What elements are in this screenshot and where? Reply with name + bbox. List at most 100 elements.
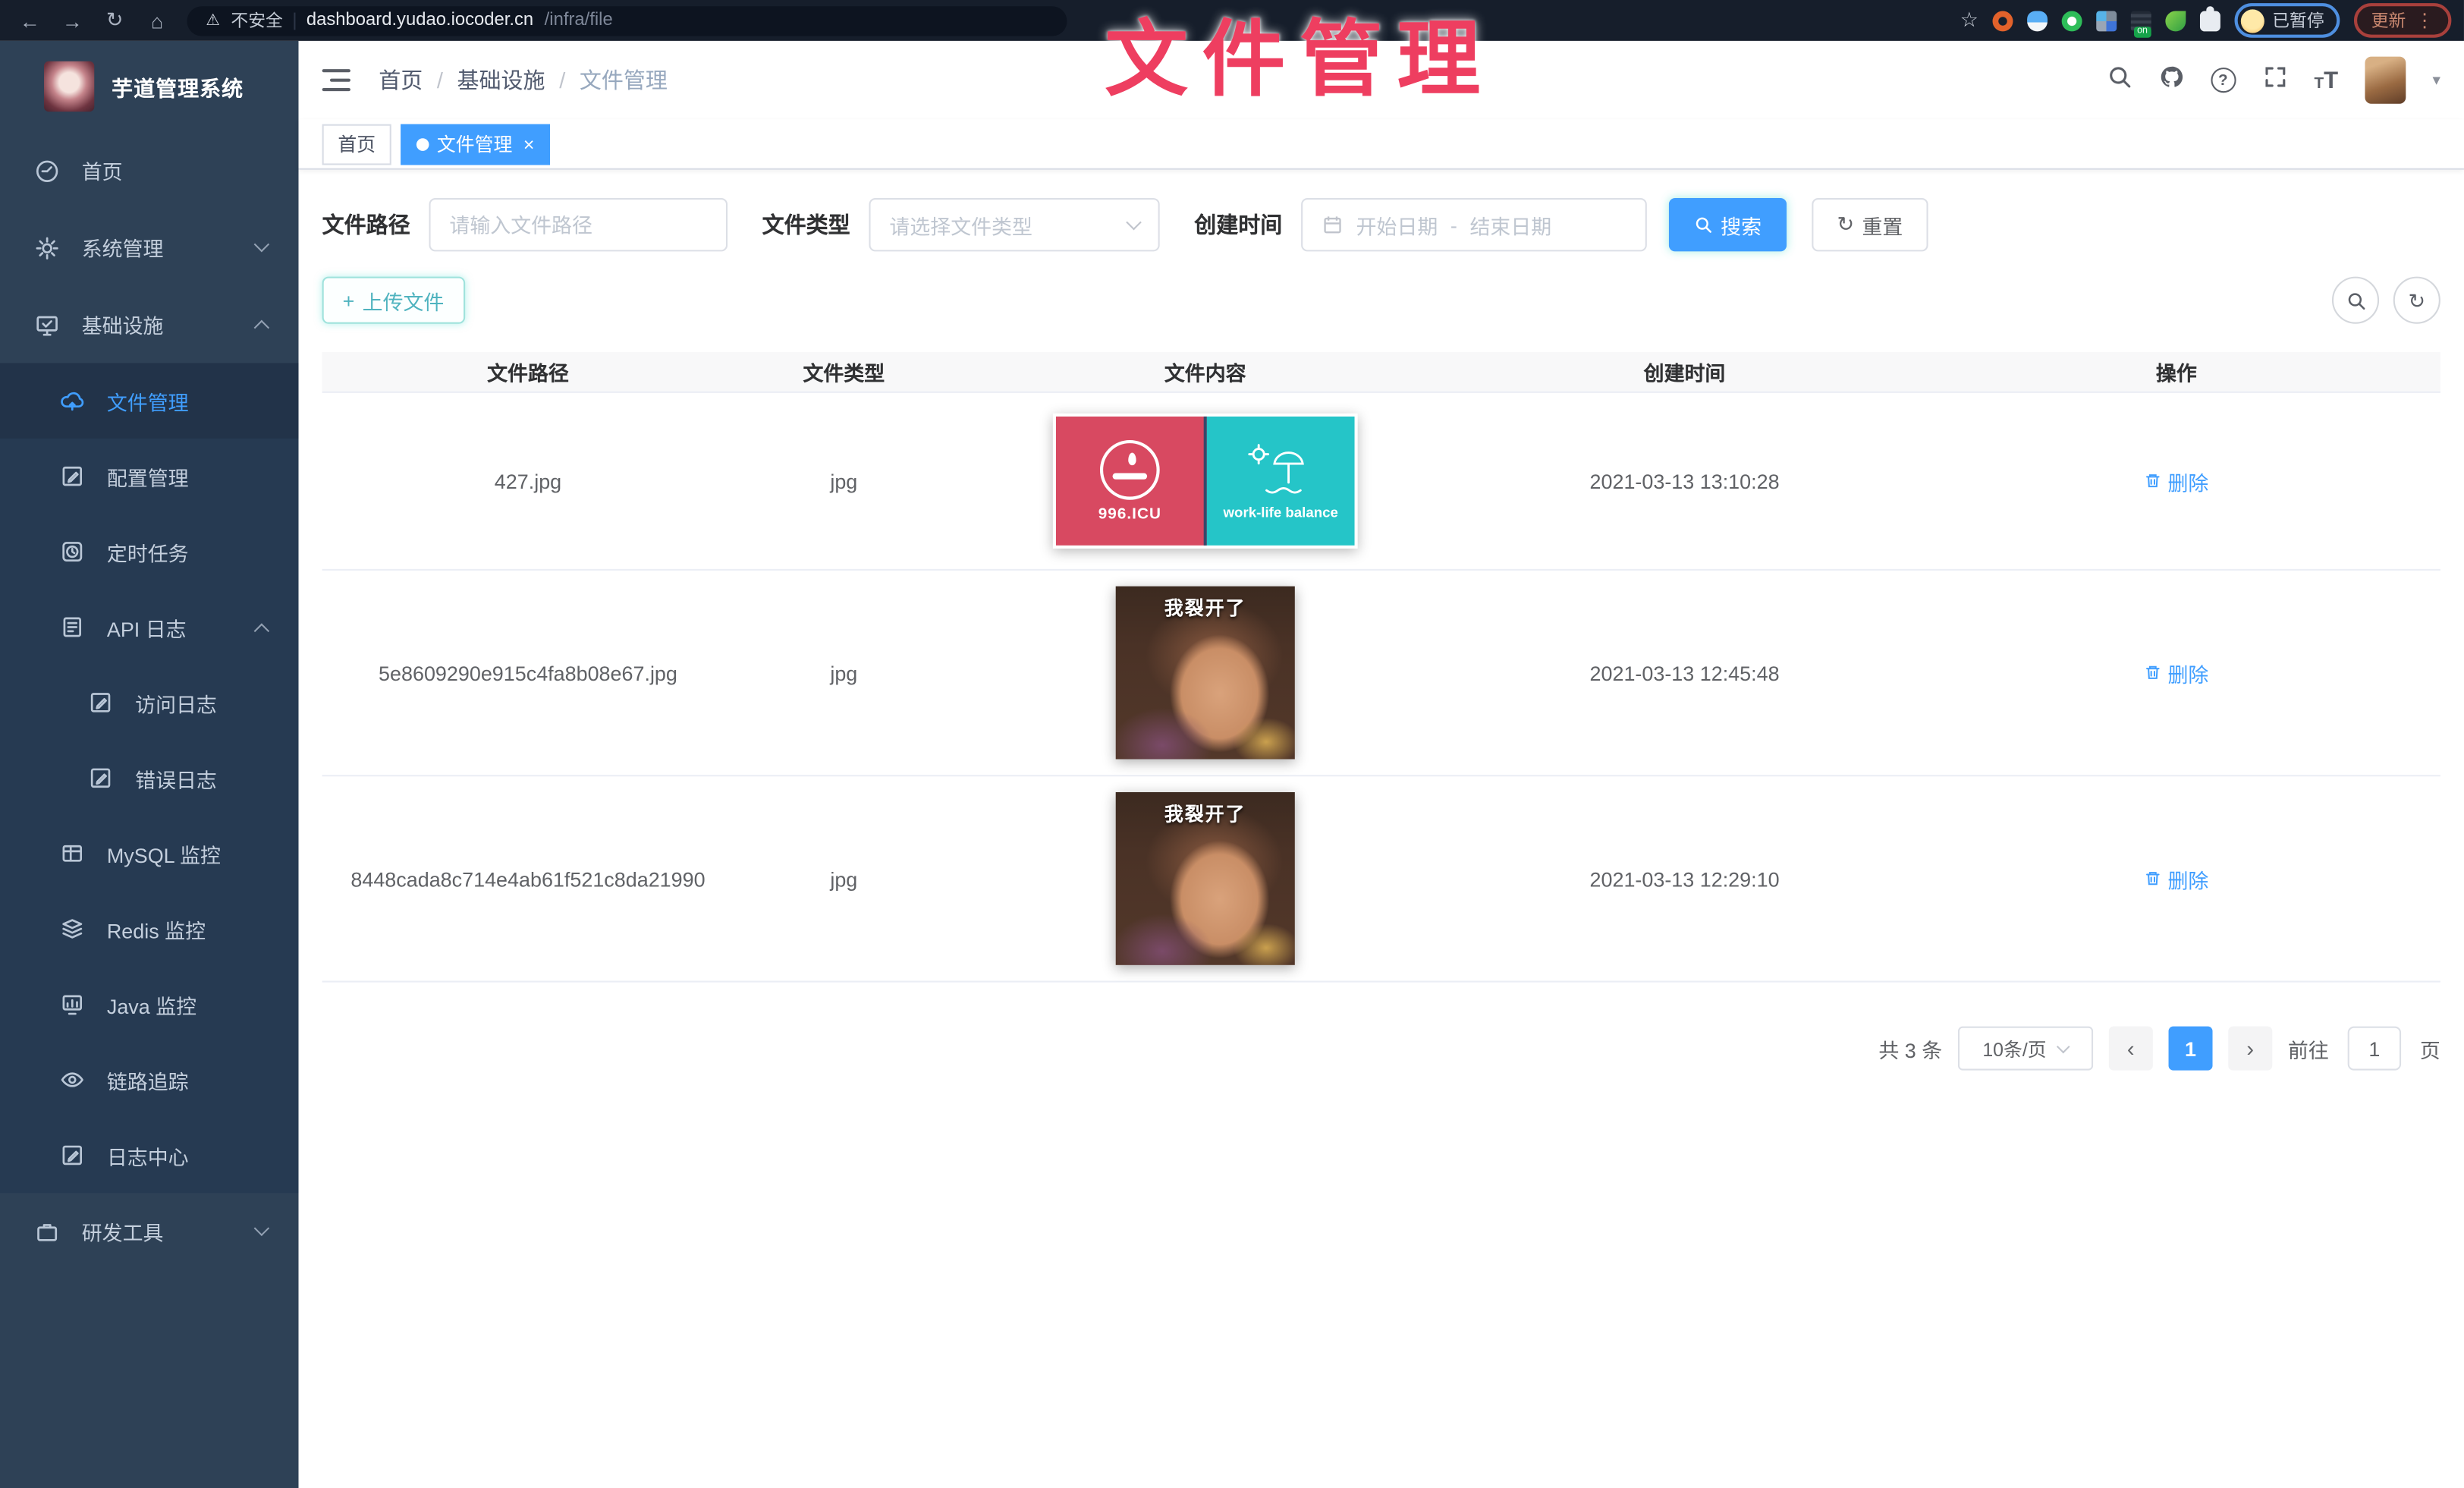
sidebar-item-label: Java 监控	[107, 989, 196, 1019]
browser-home-button[interactable]: ⌂	[143, 8, 171, 32]
user-avatar[interactable]	[2365, 57, 2406, 104]
browser-toolbar-right: ☆ 已暂停 更新 ⋮	[1960, 3, 2464, 38]
sidebar-item-label: Redis 监控	[107, 914, 206, 944]
tag-file-management[interactable]: 文件管理 ×	[401, 124, 550, 165]
plus-icon: +	[343, 288, 355, 312]
font-size-icon[interactable]: TT	[2315, 67, 2339, 93]
banner-right-caption: work-life balance	[1224, 504, 1338, 520]
cell-file-path: 8448cada8c714e4ab61f521c8da21990	[322, 867, 734, 890]
column-header-time: 创建时间	[1457, 357, 1912, 386]
browser-forward-button[interactable]: →	[58, 8, 86, 32]
prev-page-button[interactable]: ‹	[2109, 1027, 2153, 1071]
chevron-down-icon	[254, 1221, 270, 1237]
column-header-content: 文件内容	[954, 357, 1457, 386]
sidebar-item-config-management[interactable]: 配置管理	[0, 439, 299, 514]
sidebar-item-log-center[interactable]: 日志中心	[0, 1118, 299, 1193]
beach-umbrella-icon	[1245, 442, 1317, 499]
extensions-puzzle-icon[interactable]	[2200, 10, 2220, 30]
sidebar-item-infrastructure[interactable]: 基础设施	[0, 286, 299, 363]
tag-close-icon[interactable]: ×	[523, 133, 535, 155]
file-path-input[interactable]	[429, 198, 728, 251]
tag-home[interactable]: 首页	[322, 124, 391, 165]
sidebar-item-java-monitor[interactable]: Java 监控	[0, 967, 299, 1042]
cell-action: 删除	[1912, 466, 2440, 495]
tags-view-bar: 首页 文件管理 ×	[299, 119, 2464, 169]
trash-icon	[2144, 663, 2163, 682]
fullscreen-icon[interactable]	[2262, 64, 2287, 96]
delete-button[interactable]: 删除	[2144, 658, 2208, 687]
search-button-label: 搜索	[1721, 210, 1762, 240]
file-table: 文件路径 文件类型 文件内容 创建时间 操作 427.jpg jpg	[322, 352, 2440, 983]
browser-profile-badge[interactable]: 已暂停	[2235, 3, 2340, 38]
date-range-picker[interactable]: 开始日期 - 结束日期	[1301, 198, 1647, 251]
extension-icon-switch-on[interactable]	[2131, 10, 2151, 30]
hamburger-menu-icon[interactable]	[322, 69, 350, 91]
timer-icon	[60, 539, 85, 564]
sidebar-item-home[interactable]: 首页	[0, 132, 299, 209]
sidebar-item-mysql-monitor[interactable]: MySQL 监控	[0, 816, 299, 891]
current-page-button[interactable]: 1	[2168, 1027, 2212, 1071]
goto-page-input[interactable]	[2348, 1027, 2401, 1071]
search-button[interactable]: 搜索	[1669, 198, 1787, 251]
extension-icon-orange[interactable]	[1993, 10, 2013, 30]
extension-icon-leaf[interactable]	[2165, 10, 2186, 30]
refresh-table-button[interactable]: ↻	[2393, 277, 2440, 324]
bookmark-star-icon[interactable]: ☆	[1960, 8, 1978, 33]
sidebar-item-redis-monitor[interactable]: Redis 监控	[0, 891, 299, 966]
sidebar-item-label: 研发工具	[82, 1216, 164, 1246]
help-icon[interactable]: ?	[2211, 68, 2236, 93]
address-bar[interactable]: ⚠ 不安全 dashboard.yudao.iocoder.cn/infra/f…	[187, 5, 1067, 35]
active-tag-dot	[416, 137, 429, 150]
sidebar-item-file-management[interactable]: 文件管理	[0, 363, 299, 438]
chart-monitor-icon	[60, 992, 85, 1017]
cell-create-time: 2021-03-13 12:45:48	[1457, 661, 1912, 684]
browser-update-button[interactable]: 更新 ⋮	[2354, 3, 2451, 38]
delete-button[interactable]: 删除	[2144, 864, 2208, 893]
end-date-placeholder[interactable]: 结束日期	[1470, 210, 1552, 240]
sidebar-logo[interactable]: 芋道管理系统	[0, 41, 299, 132]
sidebar-item-scheduled-tasks[interactable]: 定时任务	[0, 514, 299, 589]
breadcrumb-home[interactable]: 首页	[379, 64, 423, 96]
sidebar-item-system[interactable]: 系统管理	[0, 209, 299, 285]
toggle-search-button[interactable]	[2332, 277, 2379, 324]
file-type-select[interactable]: 请选择文件类型	[869, 198, 1159, 251]
sidebar-item-label: 定时任务	[107, 536, 189, 566]
search-icon[interactable]	[2107, 64, 2132, 96]
sidebar-item-access-log[interactable]: 访问日志	[0, 665, 299, 740]
sidebar-item-tracing[interactable]: 链路追踪	[0, 1042, 299, 1117]
breadcrumb-infrastructure[interactable]: 基础设施	[457, 64, 545, 96]
address-divider	[294, 12, 295, 30]
breadcrumb-separator: /	[559, 68, 565, 93]
page-size-value: 10条/页	[1982, 1035, 2046, 1062]
delete-button[interactable]: 删除	[2144, 466, 2208, 495]
user-menu-caret-icon[interactable]: ▾	[2432, 71, 2440, 89]
browser-back-button[interactable]: ←	[16, 8, 44, 32]
browser-menu-dots-icon[interactable]: ⋮	[2415, 9, 2434, 31]
security-label[interactable]: 不安全	[231, 8, 282, 33]
sidebar-item-label: MySQL 监控	[107, 838, 221, 868]
browser-reload-button[interactable]: ↻	[101, 8, 129, 33]
sidebar-item-api-log[interactable]: API 日志	[0, 590, 299, 665]
next-page-button[interactable]: ›	[2228, 1027, 2272, 1071]
extension-icon-blue[interactable]	[2027, 10, 2048, 30]
date-range-separator: -	[1450, 213, 1457, 237]
update-label: 更新	[2371, 8, 2406, 33]
sidebar-item-dev-tools[interactable]: 研发工具	[0, 1193, 299, 1269]
upload-file-button[interactable]: + 上传文件	[322, 277, 465, 324]
cell-action: 删除	[1912, 864, 2440, 893]
sidebar-item-error-log[interactable]: 错误日志	[0, 741, 299, 816]
column-header-type: 文件类型	[734, 357, 954, 386]
github-icon[interactable]	[2158, 64, 2183, 96]
file-preview-baby-meme: 我裂开了	[1116, 792, 1295, 965]
start-date-placeholder[interactable]: 开始日期	[1356, 210, 1438, 240]
cell-file-type: jpg	[734, 867, 954, 890]
breadcrumb-separator: /	[437, 68, 443, 93]
pagination: 共 3 条 10条/页 ‹ 1 › 前往 页	[322, 1027, 2440, 1071]
extension-icon-green[interactable]	[2062, 10, 2082, 30]
chevron-down-icon	[2057, 1040, 2071, 1054]
file-preview-baby-meme: 我裂开了	[1116, 587, 1295, 760]
extension-icon-grid[interactable]	[2096, 10, 2117, 30]
page-size-select[interactable]: 10条/页	[1958, 1027, 2093, 1071]
reset-button[interactable]: ↻ 重置	[1812, 198, 1928, 251]
chevron-up-icon	[254, 623, 270, 639]
